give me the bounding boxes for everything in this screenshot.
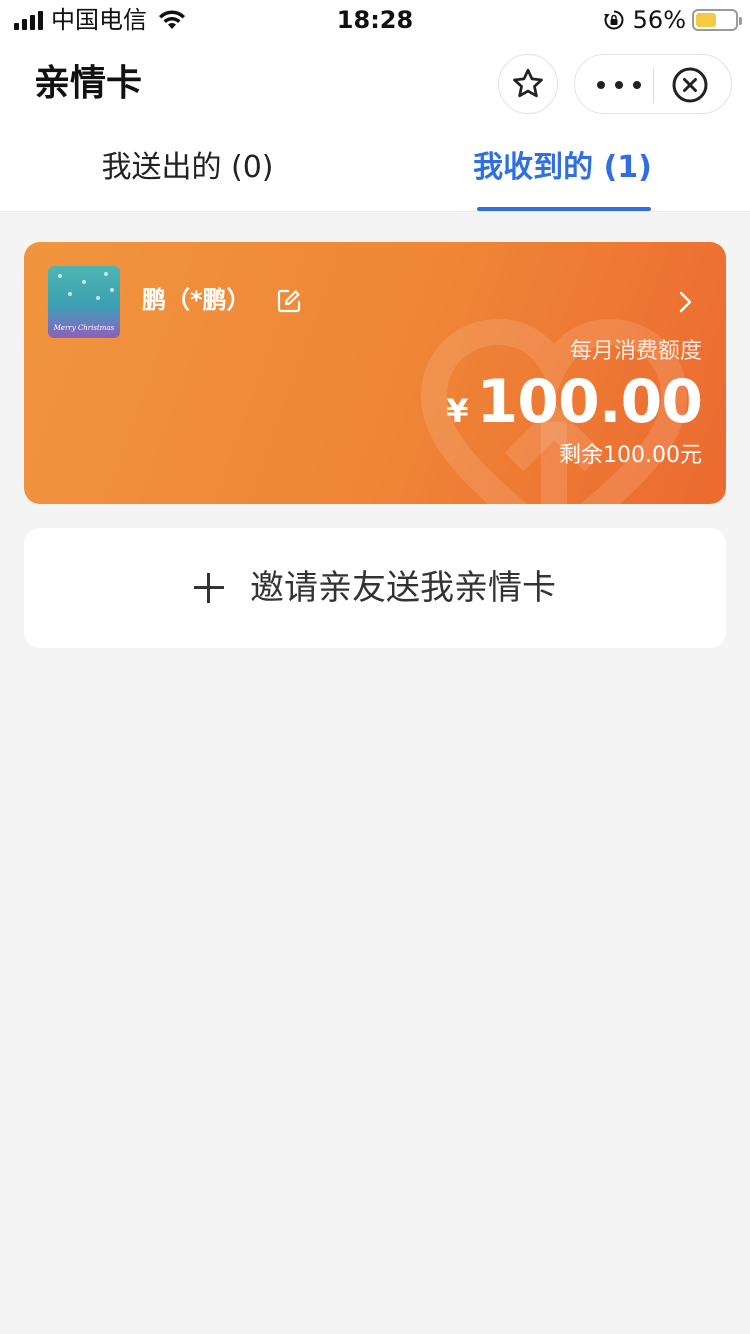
more-icon[interactable] — [597, 69, 641, 101]
page-title: 亲情卡 — [34, 63, 143, 104]
star-icon — [513, 68, 543, 98]
amount-value: 100.00 — [476, 367, 703, 437]
nav-bar: 亲情卡 — [0, 40, 750, 130]
status-bar: 中国电信 18:28 56% — [0, 0, 750, 40]
monthly-limit-amount: ¥ 100.00 — [446, 366, 703, 438]
battery-percent: 56% — [632, 6, 686, 34]
card-holder-name: 鹏（*鹏） — [142, 286, 251, 314]
currency-symbol: ¥ — [446, 392, 469, 430]
invite-label: 邀请亲友送我亲情卡 — [250, 568, 556, 608]
capsule-divider — [653, 67, 654, 103]
edit-icon[interactable] — [276, 288, 302, 314]
close-icon[interactable] — [671, 66, 709, 104]
tab-received[interactable]: 我收到的 (1) — [375, 148, 750, 188]
tab-bar: 我送出的 (0) 我收到的 (1) — [0, 130, 750, 212]
invite-family-button[interactable]: 邀请亲友送我亲情卡 — [24, 528, 726, 648]
favorite-button[interactable] — [498, 54, 558, 114]
orientation-lock-icon — [603, 10, 624, 30]
chevron-right-icon[interactable] — [678, 290, 694, 314]
monthly-limit-label: 每月消费额度 — [569, 339, 702, 364]
tab-active-indicator — [477, 207, 651, 211]
mini-program-capsule — [574, 54, 732, 114]
battery-icon — [692, 9, 742, 31]
remaining-balance: 剩余100.00元 — [559, 443, 702, 468]
card-cover-image: Merry Christmas — [48, 266, 120, 338]
tab-sent[interactable]: 我送出的 (0) — [0, 148, 375, 188]
family-card[interactable]: Merry Christmas 鹏（*鹏） 每月消费额度 ¥ 100.00 剩余… — [24, 242, 726, 504]
card-cover-caption: Merry Christmas — [53, 324, 115, 332]
plus-icon — [194, 573, 224, 603]
